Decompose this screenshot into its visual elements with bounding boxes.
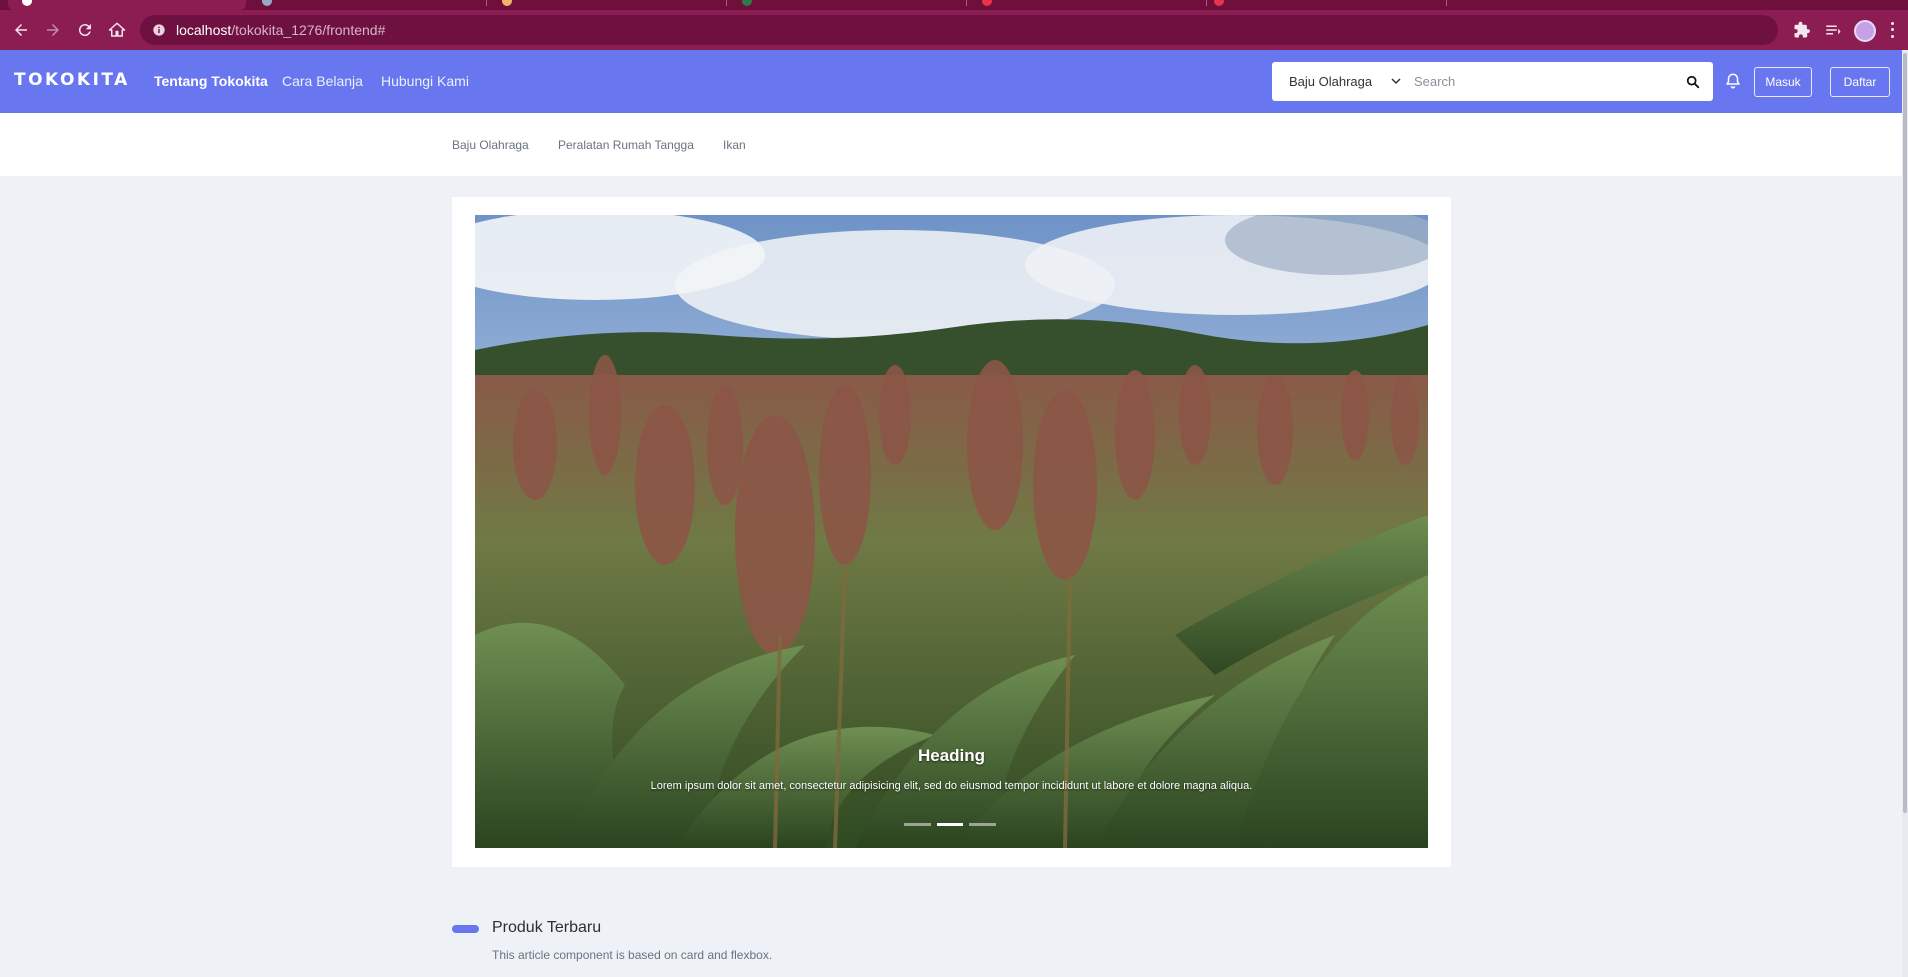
chevron-down-icon: [1391, 78, 1401, 85]
browser-tabstrip: [0, 0, 1908, 10]
search-icon: [1686, 75, 1700, 88]
search-input[interactable]: [1410, 62, 1673, 101]
section-accent-pill: [452, 925, 479, 933]
bell-icon[interactable]: [1724, 72, 1742, 90]
browser-tab[interactable]: [1210, 0, 1446, 10]
extensions-icon[interactable]: [1790, 18, 1814, 42]
site-navbar: TOKOKITA Tentang Tokokita Cara Belanja H…: [0, 50, 1902, 113]
carousel-indicator-1[interactable]: [904, 823, 931, 826]
tab-separator: [486, 0, 487, 6]
category-nav: Baju Olahraga Peralatan Rumah Tangga Ika…: [0, 113, 1902, 176]
url-host: localhost: [176, 22, 232, 38]
browser-tab[interactable]: [490, 0, 726, 10]
reload-icon[interactable]: [73, 18, 97, 42]
category-link-peralatan[interactable]: Peralatan Rumah Tangga: [558, 138, 694, 152]
search-category-value: Baju Olahraga: [1289, 74, 1373, 89]
tab-favicon: [262, 0, 272, 6]
menu-icon[interactable]: [1886, 20, 1898, 40]
site-info-icon[interactable]: [152, 23, 166, 37]
browser-tab[interactable]: [1450, 0, 1686, 10]
url-path: /tokokita_1276/frontend#: [231, 22, 386, 38]
tab-favicon: [1214, 0, 1224, 6]
category-link-ikan[interactable]: Ikan: [723, 138, 746, 152]
browser-tab[interactable]: [250, 0, 486, 10]
carousel-indicators: [904, 823, 997, 826]
home-icon[interactable]: [105, 18, 129, 42]
browser-toolbar: localhost/tokokita_1276/frontend#: [0, 10, 1908, 50]
scrollbar-thumb[interactable]: [1903, 53, 1907, 813]
section-title: Produk Terbaru: [492, 919, 602, 936]
category-link-baju-olahraga[interactable]: Baju Olahraga: [452, 138, 529, 152]
browser-tab[interactable]: [730, 0, 966, 10]
tab-separator: [966, 0, 967, 6]
login-button[interactable]: Masuk: [1754, 67, 1812, 97]
nav-link-cara-belanja[interactable]: Cara Belanja: [282, 73, 363, 89]
tab-favicon: [502, 0, 512, 6]
search-bar: Baju Olahraga: [1272, 62, 1713, 101]
tab-separator: [1206, 0, 1207, 6]
search-category-select[interactable]: Baju Olahraga: [1272, 62, 1410, 101]
carousel-indicator-3[interactable]: [969, 823, 997, 826]
tab-favicon: [982, 0, 992, 6]
carousel-heading: Heading: [917, 746, 986, 765]
carousel-text: Lorem ipsum dolor sit amet, consectetur …: [650, 780, 1253, 792]
tab-favicon: [742, 0, 752, 6]
tab-separator: [1446, 0, 1447, 6]
back-icon[interactable]: [9, 18, 33, 42]
search-button[interactable]: [1673, 62, 1713, 101]
tab-favicon: [22, 0, 32, 6]
profile-avatar[interactable]: [1854, 20, 1876, 42]
reading-list-icon[interactable]: [1821, 18, 1845, 42]
browser-tab[interactable]: [970, 0, 1206, 10]
section-subtitle: This article component is based on card …: [492, 948, 773, 962]
forward-icon[interactable]: [41, 18, 65, 42]
nav-link-hubungi[interactable]: Hubungi Kami: [381, 73, 469, 89]
nav-link-tentang[interactable]: Tentang Tokokita: [154, 73, 268, 89]
browser-tab-active[interactable]: [8, 0, 246, 10]
tab-separator: [726, 0, 727, 6]
site-brand[interactable]: TOKOKITA: [14, 70, 130, 90]
carousel-indicator-2[interactable]: [936, 823, 964, 826]
address-bar[interactable]: localhost/tokokita_1276/frontend#: [140, 15, 1778, 45]
register-button[interactable]: Daftar: [1830, 67, 1890, 97]
